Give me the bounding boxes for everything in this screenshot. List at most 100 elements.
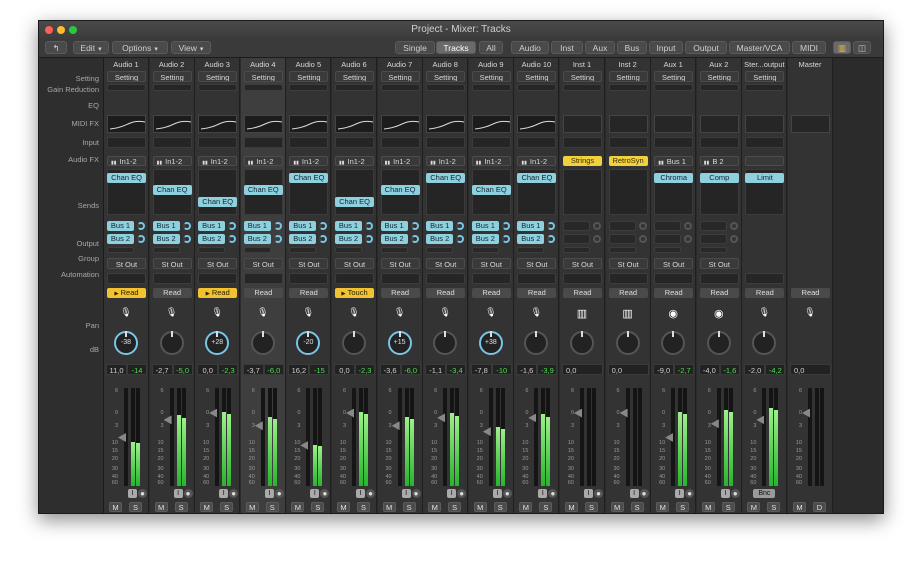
fader-handle[interactable] [665, 433, 674, 442]
input-slot[interactable]: ▮▮ Bus 1 [654, 156, 694, 166]
send-level-knob[interactable] [319, 222, 328, 230]
eq-thumbnail[interactable] [745, 115, 785, 133]
input-slot[interactable]: ▮▮ In1-2 [426, 156, 466, 166]
eq-thumbnail[interactable] [198, 115, 238, 133]
output-slot[interactable]: St Out [289, 258, 329, 269]
setting-button[interactable]: Setting [745, 71, 785, 82]
midi-fx-slot[interactable] [198, 137, 238, 148]
output-slot[interactable]: St Out [699, 258, 739, 269]
input-slot[interactable]: ▮▮ In1-2 [380, 156, 420, 166]
menu-edit[interactable]: Edit [73, 41, 109, 54]
solo-button[interactable]: S [721, 502, 735, 512]
send-level-knob[interactable] [501, 235, 510, 243]
mute-button[interactable]: M [747, 502, 761, 512]
pan-knob[interactable] [159, 331, 184, 355]
channel-strip[interactable]: Audio 3 Setting ▮▮ In1-2 Chan EQ Bus 1 Bus 2 St… [195, 58, 241, 513]
channel-strip[interactable]: Audio 2 Setting ▮▮ In1-2 Chan EQ Bus 1 Bus 2 St… [149, 58, 195, 513]
mute-button[interactable]: M [565, 502, 578, 512]
input-slot[interactable]: ▮▮ B 2 [699, 156, 739, 166]
eq-thumbnail[interactable] [289, 115, 329, 133]
automation-mode-button[interactable]: Read [289, 288, 329, 298]
record-enable-button[interactable]: ● [457, 489, 467, 498]
solo-button[interactable]: S [493, 502, 507, 512]
send-level-knob[interactable] [684, 222, 693, 230]
record-enable-button[interactable]: ● [730, 489, 740, 498]
input-slot[interactable]: ▮▮ In1-2 [152, 156, 192, 166]
channel-strip[interactable]: Inst 1 Setting Strings St Out Read ▥ 0,0 6 0 3 10 1… [560, 58, 605, 513]
mute-button[interactable]: M [519, 502, 533, 512]
solo-button[interactable]: S [357, 502, 370, 512]
fader-handle[interactable] [756, 415, 765, 425]
fader-track[interactable] [306, 388, 311, 486]
send-slot[interactable] [198, 247, 226, 253]
tab-single[interactable]: Single [395, 41, 435, 54]
channel-strip[interactable]: Audio 7 Setting ▮▮ In1-2 Chan EQ Bus 1 Bus 2 St… [377, 58, 423, 513]
send-slot[interactable]: Bus 1 [289, 221, 317, 231]
send-slot[interactable]: Bus 1 [380, 221, 408, 231]
send-slot[interactable] [471, 247, 499, 253]
fader-handle[interactable] [710, 419, 719, 429]
send-slot[interactable]: Bus 1 [198, 221, 226, 231]
mute-button[interactable]: M [610, 502, 624, 512]
mute-button[interactable]: M [701, 502, 715, 512]
send-level-knob[interactable] [273, 235, 282, 243]
filter-midi[interactable]: MIDI [792, 41, 826, 54]
setting-button[interactable]: Setting [517, 71, 557, 82]
channel-strip[interactable]: Audio 10 Setting ▮▮ In1-2 Chan EQ Bus 1 Bus 2 S… [514, 58, 560, 513]
mute-button[interactable]: M [291, 502, 305, 512]
fader-handle[interactable] [437, 413, 446, 423]
send-level-knob[interactable] [456, 222, 465, 230]
fader-handle[interactable] [163, 415, 172, 425]
solo-button[interactable]: S [448, 502, 462, 512]
output-slot[interactable]: St Out [563, 258, 602, 269]
automation-mode-button[interactable]: Read [380, 288, 420, 298]
record-enable-button[interactable]: ● [685, 489, 695, 498]
eq-thumbnail[interactable] [563, 115, 602, 133]
output-slot[interactable]: St Out [426, 258, 466, 269]
output-slot[interactable]: St Out [335, 258, 374, 269]
send-slot[interactable]: Bus 2 [289, 234, 317, 244]
send-slot[interactable]: Bus 2 [471, 234, 499, 244]
bounce-button[interactable]: Bnc [753, 489, 776, 498]
fader-handle[interactable] [619, 408, 628, 418]
group-slot[interactable] [517, 273, 557, 284]
send-slot[interactable]: Bus 2 [107, 234, 134, 244]
fader-handle[interactable] [118, 433, 126, 442]
midi-fx-slot[interactable] [335, 137, 374, 148]
input-monitor-button[interactable]: I [447, 489, 457, 498]
group-slot[interactable] [243, 273, 283, 284]
channel-strip[interactable]: Audio 8 Setting ▮▮ In1-2 Chan EQ Bus 1 Bus 2 St… [423, 58, 469, 513]
input-monitor-button[interactable]: I [629, 489, 639, 498]
solo-button[interactable]: S [265, 502, 279, 512]
send-level-knob[interactable] [638, 235, 647, 243]
automation-mode-button[interactable]: Read [152, 288, 192, 298]
send-slot[interactable]: Bus 2 [426, 234, 454, 244]
eq-thumbnail[interactable] [426, 115, 466, 133]
back-icon[interactable]: ↰ [45, 41, 67, 54]
pan-knob[interactable]: +38 [478, 331, 503, 355]
input-slot[interactable]: ▮▮ In1-2 [198, 156, 238, 166]
send-level-knob[interactable] [593, 235, 601, 243]
split-view-icon[interactable]: ◫ [853, 41, 871, 54]
input-slot[interactable]: ▮▮ In1-2 [471, 156, 511, 166]
pan-knob[interactable] [615, 331, 640, 355]
input-monitor-button[interactable]: I [310, 489, 320, 498]
audio-fx-plugin[interactable]: Chroma [654, 173, 694, 183]
mute-button[interactable]: M [109, 502, 122, 512]
filter-master-vca[interactable]: Master/VCA [729, 41, 790, 54]
input-slot[interactable]: ▮▮ In1-2 [289, 156, 329, 166]
output-slot[interactable]: St Out [152, 258, 192, 269]
send-slot[interactable] [654, 221, 682, 231]
send-slot[interactable]: Bus 2 [335, 234, 362, 244]
automation-mode-button[interactable]: Read [426, 288, 466, 298]
send-slot[interactable] [654, 247, 682, 253]
tab-tracks[interactable]: Tracks [436, 41, 476, 54]
send-slot[interactable]: Bus 1 [107, 221, 134, 231]
midi-fx-slot[interactable] [654, 137, 694, 148]
send-slot[interactable]: Bus 2 [198, 234, 226, 244]
audio-fx-plugin[interactable]: Chan EQ [107, 173, 146, 183]
fader-handle[interactable] [254, 421, 263, 431]
pan-knob[interactable]: -38 [114, 331, 138, 355]
audio-fx-plugin[interactable]: Chan EQ [243, 185, 283, 195]
channel-strip[interactable]: Audio 5 Setting ▮▮ In1-2 Chan EQ Bus 1 Bus 2 St… [286, 58, 332, 513]
